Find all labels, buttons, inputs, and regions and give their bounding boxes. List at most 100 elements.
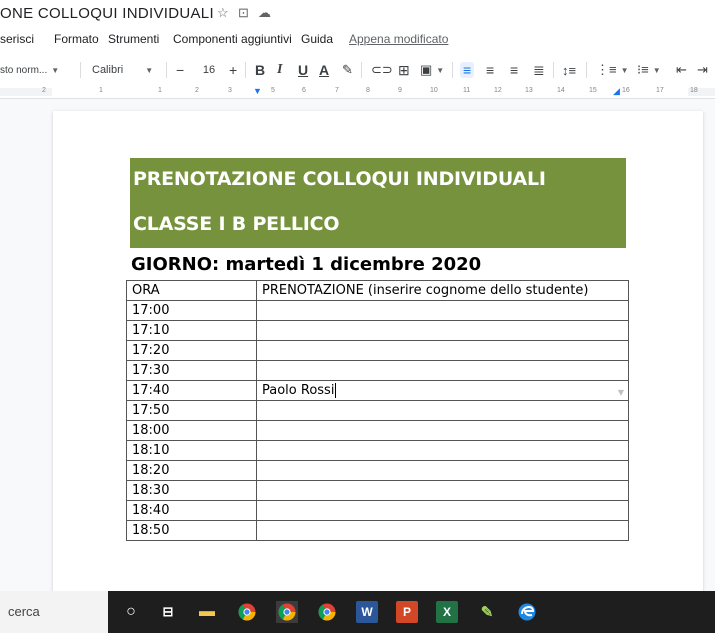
time-cell[interactable]: 18:10 [126, 440, 257, 461]
booking-cell[interactable] [256, 340, 629, 361]
powerpoint-icon[interactable]: P [396, 601, 418, 623]
header-cell-booking[interactable]: PRENOTAZIONE (inserire cognome dello stu… [256, 280, 629, 301]
ruler-tick: 18 [690, 87, 698, 94]
underline-button[interactable]: U [298, 54, 308, 86]
font-size-increase-button[interactable]: + [229, 54, 237, 86]
edge-icon[interactable] [516, 601, 538, 623]
cloud-status-icon[interactable]: ☁ [258, 5, 271, 21]
chevron-down-icon: ▼ [620, 65, 629, 75]
time-cell[interactable]: 17:20 [126, 340, 257, 361]
align-left-icon[interactable]: ≡ [460, 54, 475, 86]
table-row: 18:00 [126, 420, 629, 441]
document-title[interactable]: ONE COLLOQUI INDIVIDUALI [0, 5, 214, 22]
ruler-tick: 12 [494, 87, 502, 94]
banner-title[interactable]: PRENOTAZIONE COLLOQUI INDIVIDUALI [133, 168, 546, 190]
cell-options-chevron-icon[interactable]: ▼ [618, 383, 624, 402]
booking-cell[interactable] [256, 460, 629, 481]
menu-help[interactable]: Guida [301, 32, 333, 46]
align-right-icon[interactable]: ≡ [510, 54, 518, 86]
line-spacing-icon[interactable]: ↕≡ [562, 54, 576, 86]
highlight-pen-icon[interactable]: ✎ [342, 54, 353, 86]
time-cell[interactable]: 17:30 [126, 360, 257, 381]
add-comment-icon[interactable]: ⊞ [398, 54, 410, 86]
insert-link-icon[interactable]: ⊂⊃ [371, 54, 393, 86]
time-cell[interactable]: 18:20 [126, 460, 257, 481]
time-cell[interactable]: 18:00 [126, 420, 257, 441]
booking-cell[interactable] [256, 480, 629, 501]
header-cell-time[interactable]: ORA [126, 280, 257, 301]
ruler-tick: 6 [302, 87, 306, 94]
bold-button[interactable]: B [255, 54, 265, 86]
text-cursor [335, 383, 337, 398]
right-indent-marker-icon[interactable]: ◢ [613, 86, 620, 97]
time-cell[interactable]: 18:40 [126, 500, 257, 521]
booking-cell[interactable] [256, 400, 629, 421]
paragraph-style-dropdown[interactable]: sto norm... ▼ [0, 54, 59, 86]
booking-table[interactable]: ORA PRENOTAZIONE (inserire cognome dello… [126, 280, 629, 541]
paint-icon[interactable]: ✎ [476, 601, 498, 623]
document-page[interactable]: PRENOTAZIONE COLLOQUI INDIVIDUALI CLASSE… [53, 111, 703, 591]
indent-marker-icon[interactable]: ▼ [253, 86, 262, 96]
file-explorer-icon[interactable]: ▬ [196, 601, 218, 623]
italic-button[interactable]: I [277, 54, 282, 86]
time-cell[interactable]: 17:50 [126, 400, 257, 421]
banner-class[interactable]: CLASSE I B PELLICO [133, 213, 340, 235]
star-icon[interactable]: ☆ [217, 5, 229, 21]
task-view-icon[interactable]: ⊟ [157, 601, 179, 623]
menu-insert[interactable]: serisci [0, 32, 34, 46]
menu-tools[interactable]: Strumenti [108, 32, 159, 46]
time-cell[interactable]: 17:10 [126, 320, 257, 341]
align-justify-icon[interactable]: ≣ [533, 54, 545, 86]
ruler-tick: 3 [228, 87, 232, 94]
header-banner: PRENOTAZIONE COLLOQUI INDIVIDUALI CLASSE… [130, 158, 626, 248]
day-heading[interactable]: GIORNO: martedì 1 dicembre 2020 [131, 254, 481, 275]
move-to-folder-icon[interactable]: ⊡ [238, 5, 249, 21]
chevron-down-icon: ▼ [145, 65, 154, 75]
toolbar-divider [80, 62, 81, 78]
booking-cell[interactable] [256, 500, 629, 521]
time-cell[interactable]: 17:40 [126, 380, 257, 401]
chrome-icon-3[interactable] [316, 601, 338, 623]
booking-cell[interactable] [256, 320, 629, 341]
ruler-tick: 5 [271, 87, 275, 94]
decrease-indent-icon[interactable]: ⇤ [676, 54, 687, 86]
excel-icon[interactable]: X [436, 601, 458, 623]
booking-cell[interactable] [256, 360, 629, 381]
text-color-button[interactable]: A [319, 54, 329, 86]
ruler-tick: 7 [335, 87, 339, 94]
font-size-decrease-button[interactable]: − [176, 54, 184, 86]
numbered-list-icon[interactable]: ⋮≡ ▼ [596, 54, 629, 86]
font-dropdown[interactable]: Calibri ▼ [92, 54, 164, 86]
table-row: 17:10 [126, 320, 629, 341]
booking-cell[interactable] [256, 420, 629, 441]
time-cell[interactable]: 18:50 [126, 520, 257, 541]
menu-addons[interactable]: Componenti aggiuntivi [173, 32, 292, 46]
last-edit-link[interactable]: Appena modificato [349, 32, 448, 46]
ruler[interactable]: 2 1 1 2 3 ▼ 5 6 7 8 9 10 11 12 13 14 15 … [0, 86, 715, 99]
font-size-input[interactable]: 16 [196, 54, 222, 86]
chrome-icon[interactable] [236, 601, 258, 623]
booking-cell[interactable] [256, 300, 629, 321]
increase-indent-icon[interactable]: ⇥ [697, 54, 708, 86]
time-cell[interactable]: 17:00 [126, 300, 257, 321]
ruler-tick: 2 [195, 87, 199, 94]
align-center-icon[interactable]: ≡ [486, 54, 494, 86]
chrome-icon-2[interactable] [276, 601, 298, 623]
insert-image-icon[interactable]: ▣ ▼ [420, 54, 444, 86]
toolbar-divider [553, 62, 554, 78]
word-icon[interactable]: W [356, 601, 378, 623]
ruler-tick: 1 [158, 87, 162, 94]
ruler-tick: 17 [656, 87, 664, 94]
ruler-tick: 13 [525, 87, 533, 94]
booking-cell-active[interactable]: Paolo Rossi ▼ [256, 380, 629, 402]
booking-cell[interactable] [256, 520, 629, 541]
taskbar-search-box[interactable]: cerca [0, 591, 108, 633]
document-canvas[interactable]: PRENOTAZIONE COLLOQUI INDIVIDUALI CLASSE… [0, 99, 715, 591]
time-cell[interactable]: 18:30 [126, 480, 257, 501]
title-bar: ONE COLLOQUI INDIVIDUALI ☆ ⊡ ☁ [0, 0, 715, 26]
cortana-icon[interactable]: ○ [120, 601, 142, 623]
booking-cell[interactable] [256, 440, 629, 461]
menu-format[interactable]: Formato [54, 32, 99, 46]
bulleted-list-icon[interactable]: ⁝≡ ▼ [637, 54, 661, 86]
booking-text: Paolo Rossi [262, 383, 335, 398]
